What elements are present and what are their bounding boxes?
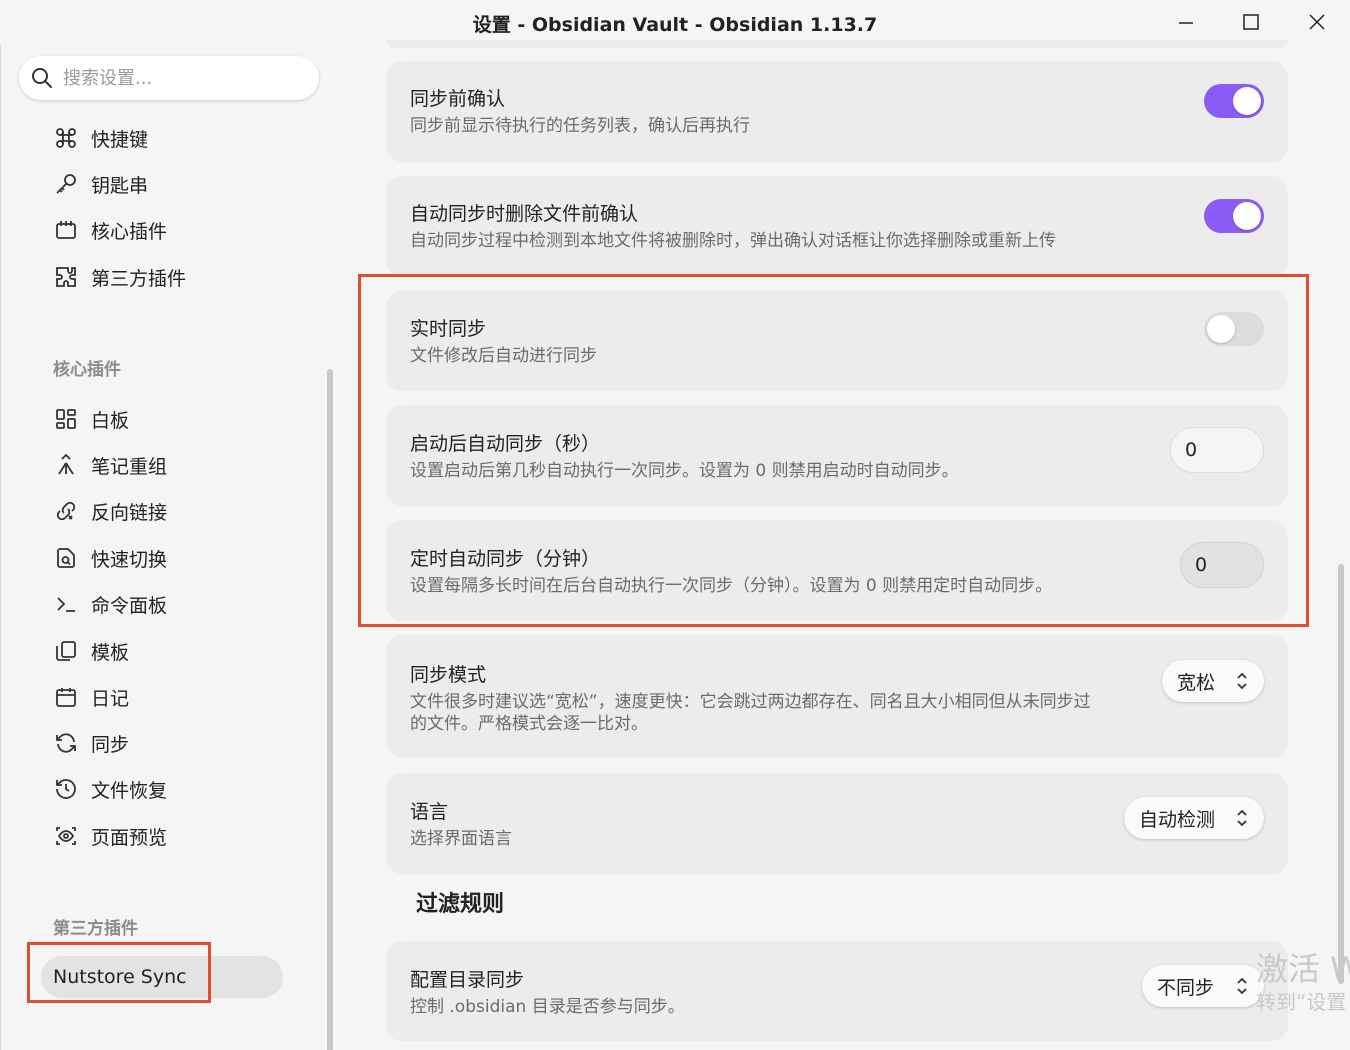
sidebar-item-label: 同步 — [91, 733, 130, 756]
sidebar-item-note-composer[interactable]: 笔记重组 — [41, 445, 301, 485]
title-bar: 设置 - Obsidian Vault - Obsidian 1.13.7 — [0, 0, 1350, 44]
close-button[interactable] — [1296, 6, 1336, 38]
activation-watermark-line2: 转到“设置 — [1256, 990, 1347, 1014]
sidebar-item-core-plugins[interactable]: 核心插件 — [41, 210, 301, 250]
setting-description-line1: 文件很多时建议选“宽松”，速度更快：它会跳过两边都存在、同名且大小相同但从未同步… — [410, 692, 1091, 712]
sidebar-item-backlinks[interactable]: 反向链接 — [41, 491, 301, 531]
activation-watermark-line1: 激活 W — [1256, 950, 1350, 988]
setting-description: 选择界面语言 — [410, 829, 512, 849]
sidebar-item-label: 命令面板 — [91, 594, 168, 617]
sidebar-item-label: 笔记重组 — [91, 455, 168, 478]
maximize-button[interactable] — [1230, 6, 1270, 38]
setting-description: 自动同步过程中检测到本地文件将被删除时，弹出确认对话框让你选择删除或重新上传 — [410, 231, 1056, 251]
setting-name: 自动同步时删除文件前确认 — [410, 203, 639, 225]
setting-name: 语言 — [410, 801, 449, 823]
setting-name: 配置目录同步 — [410, 969, 525, 991]
sidebar-item-file-recovery[interactable]: 文件恢复 — [41, 769, 301, 809]
confirm-before-sync-toggle[interactable] — [1204, 84, 1264, 118]
language-select[interactable]: 自动检测 — [1124, 797, 1264, 839]
highlight-box-main — [358, 274, 1309, 627]
setting-name: 同步前确认 — [410, 88, 506, 110]
config-dir-sync-select[interactable]: 不同步 — [1142, 965, 1264, 1007]
minimize-button[interactable] — [1166, 6, 1206, 38]
setting-name: 同步模式 — [410, 664, 487, 686]
select-value: 宽松 — [1177, 671, 1216, 694]
setting-sync-mode: 同步模式 文件很多时建议选“宽松”，速度更快：它会跳过两边都存在、同名且大小相同… — [386, 635, 1288, 758]
setting-config-dir-sync: 配置目录同步 控制 .obsidian 目录是否参与同步。 不同步 — [386, 941, 1288, 1041]
setting-confirm-before-sync: 同步前确认 同步前显示待执行的任务列表，确认后再执行 — [386, 61, 1288, 162]
select-value: 自动检测 — [1139, 808, 1216, 831]
sidebar-item-label: 核心插件 — [91, 220, 168, 243]
core-plugins-header: 核心插件 — [53, 360, 121, 380]
sidebar-item-label: 快捷键 — [91, 128, 149, 151]
highlight-box-sidebar — [27, 942, 211, 1003]
sidebar-item-label: 第三方插件 — [91, 267, 187, 290]
previous-card-edge — [386, 40, 1288, 48]
sidebar-scrollbar[interactable] — [327, 369, 333, 1050]
calendar-icon — [53, 684, 79, 710]
command-icon — [53, 125, 79, 151]
sidebar-item-canvas[interactable]: 白板 — [41, 399, 301, 439]
sidebar-item-page-preview[interactable]: 页面预览 — [41, 816, 301, 856]
sidebar-item-keychain[interactable]: 钥匙串 — [41, 164, 301, 204]
sidebar-item-label: 文件恢复 — [91, 779, 168, 802]
search-icon — [32, 68, 52, 88]
chevron-updown-icon — [1237, 809, 1247, 827]
confirm-before-delete-toggle[interactable] — [1204, 199, 1264, 233]
sidebar-item-label: 页面预览 — [91, 826, 168, 849]
sidebar-item-label: 日记 — [91, 687, 130, 710]
puzzle-icon — [53, 264, 79, 290]
filter-rules-heading: 过滤规则 — [416, 892, 505, 917]
terminal-icon — [53, 591, 79, 617]
settings-content: 同步前确认 同步前显示待执行的任务列表，确认后再执行 自动同步时删除文件前确认 … — [336, 40, 1350, 1050]
canvas-icon — [53, 406, 79, 432]
chevron-updown-icon — [1237, 672, 1247, 690]
sidebar-item-quick-switcher[interactable]: 快速切换 — [41, 538, 301, 578]
window-title: 设置 - Obsidian Vault - Obsidian 1.13.7 — [472, 14, 878, 36]
third-party-plugins-header: 第三方插件 — [53, 919, 138, 939]
search-input[interactable] — [63, 65, 303, 91]
sidebar-item-third-party-plugins[interactable]: 第三方插件 — [41, 257, 301, 297]
sidebar-item-label: 钥匙串 — [91, 174, 149, 197]
history-icon — [53, 776, 79, 802]
setting-language: 语言 选择界面语言 自动检测 — [386, 773, 1288, 874]
setting-description-line2: 的文件。严格模式会逐一比对。 — [410, 714, 648, 734]
sidebar-item-label: 白板 — [91, 409, 130, 432]
search-box[interactable] — [19, 56, 319, 100]
preview-icon — [53, 823, 79, 849]
sync-mode-select[interactable]: 宽松 — [1162, 660, 1264, 702]
calendar-box-icon — [53, 217, 79, 243]
sidebar-item-templates[interactable]: 模板 — [41, 631, 301, 671]
setting-confirm-before-delete: 自动同步时删除文件前确认 自动同步过程中检测到本地文件将被删除时，弹出确认对话框… — [386, 176, 1288, 277]
sync-icon — [53, 730, 79, 756]
copy-icon — [53, 638, 79, 664]
sidebar-item-daily-notes[interactable]: 日记 — [41, 677, 301, 717]
sidebar-item-sync[interactable]: 同步 — [41, 723, 301, 763]
settings-sidebar: 快捷键 钥匙串 核心插件 第三方插件 核心插件 白板 笔记重组 反向 — [0, 44, 336, 1050]
file-search-icon — [53, 545, 79, 571]
setting-description: 控制 .obsidian 目录是否参与同步。 — [410, 997, 685, 1017]
chevron-updown-icon — [1237, 977, 1247, 995]
select-value: 不同步 — [1157, 976, 1215, 999]
sidebar-item-hotkeys[interactable]: 快捷键 — [41, 118, 301, 158]
setting-description: 同步前显示待执行的任务列表，确认后再执行 — [410, 116, 750, 136]
key-icon — [53, 171, 79, 197]
merge-icon — [53, 452, 79, 478]
content-scrollbar[interactable] — [1338, 564, 1344, 984]
sidebar-item-label: 快速切换 — [91, 548, 168, 571]
sidebar-item-command-palette[interactable]: 命令面板 — [41, 584, 301, 624]
sidebar-item-label: 模板 — [91, 641, 130, 664]
backlink-icon — [53, 498, 79, 524]
sidebar-item-label: 反向链接 — [91, 501, 168, 524]
